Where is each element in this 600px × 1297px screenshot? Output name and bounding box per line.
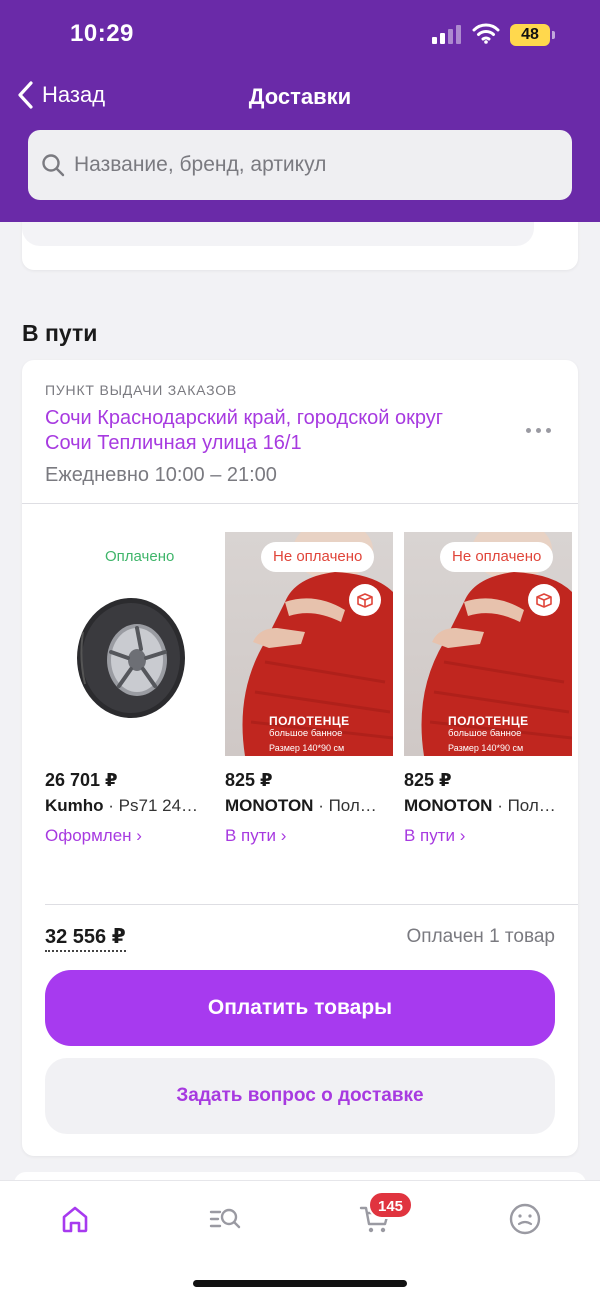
image-caption: ПОЛОТЕНЦЕ большое банное Размер 140*90 с… xyxy=(269,714,350,753)
product-image: Оплачено xyxy=(45,532,213,756)
pickup-hours: Ежедневно 10:00 – 21:00 xyxy=(45,464,277,486)
caption-line: Размер 140*90 см xyxy=(448,743,524,753)
exchange-box-icon xyxy=(528,584,560,616)
exchange-box-icon xyxy=(349,584,381,616)
product-item[interactable]: Оплачено 26 701 ₽ Kumho · Ps71 24… Оформ… xyxy=(45,532,213,852)
items-carousel[interactable]: Оплачено 26 701 ₽ Kumho · Ps71 24… Оформ… xyxy=(45,532,578,852)
delivery-address[interactable]: Сочи Краснодарский край, городской округ… xyxy=(45,406,465,456)
tab-catalog[interactable] xyxy=(205,1199,245,1239)
pickup-point-label: ПУНКТ ВЫДАЧИ ЗАКАЗОВ xyxy=(45,382,238,398)
product-title: · Пол… xyxy=(492,796,556,815)
delivery-card: ПУНКТ ВЫДАЧИ ЗАКАЗОВ Сочи Краснодарский … xyxy=(22,360,578,1156)
bottom-tab-bar: 145 xyxy=(0,1180,600,1297)
payment-status-badge: Не оплачено xyxy=(440,542,554,572)
product-item[interactable]: Не оплачено ПОЛОТЕНЦЕ большое банное Раз… xyxy=(225,532,393,852)
divider xyxy=(45,904,578,905)
product-item[interactable]: Не оплачено ПОЛОТЕНЦЕ большое банное Раз… xyxy=(404,532,572,852)
battery-indicator: 48 xyxy=(510,24,550,46)
caption-line: ПОЛОТЕНЦЕ xyxy=(448,714,529,728)
catalog-search-icon xyxy=(209,1208,241,1229)
order-status-link[interactable]: В пути › xyxy=(404,826,465,846)
more-options-icon[interactable] xyxy=(524,422,553,439)
cart-count-badge: 145 xyxy=(368,1191,414,1219)
section-title: В пути xyxy=(22,320,98,346)
product-name: MONOTON · Пол… xyxy=(225,796,393,816)
product-name: MONOTON · Пол… xyxy=(404,796,572,816)
pay-items-button[interactable]: Оплатить товары xyxy=(45,970,555,1046)
product-brand: MONOTON xyxy=(225,796,314,815)
cellular-signal-icon xyxy=(432,24,461,44)
tab-profile[interactable] xyxy=(505,1199,545,1239)
paid-items-count: Оплачен 1 товар xyxy=(406,926,555,947)
order-status-link[interactable]: Оформлен › xyxy=(45,826,142,846)
back-button[interactable]: Назад xyxy=(16,80,105,110)
product-brand: Kumho xyxy=(45,796,104,815)
app-header: 10:29 48 Назад Доставки xyxy=(0,0,600,222)
payment-status-badge: Оплачено xyxy=(105,548,175,565)
image-caption: ПОЛОТЕНЦЕ большое банное Размер 140*90 с… xyxy=(448,714,529,753)
payment-status-badge: Не оплачено xyxy=(261,542,375,572)
order-status-link[interactable]: В пути › xyxy=(225,826,286,846)
order-total[interactable]: 32 556 ₽ xyxy=(45,924,126,952)
product-brand: MONOTON xyxy=(404,796,493,815)
status-bar: 10:29 48 xyxy=(0,0,600,72)
search-icon xyxy=(42,154,65,177)
product-price: 825 ₽ xyxy=(404,770,452,790)
caption-line: большое банное xyxy=(269,728,343,739)
back-label: Назад xyxy=(42,82,106,107)
tab-home[interactable] xyxy=(55,1199,95,1239)
tire-image xyxy=(77,598,185,718)
chevron-left-icon xyxy=(18,81,33,109)
profile-icon xyxy=(509,1203,541,1235)
search-bar[interactable] xyxy=(28,130,572,200)
search-input[interactable] xyxy=(74,153,554,177)
ask-delivery-question-button[interactable]: Задать вопрос о доставке xyxy=(45,1058,555,1134)
home-icon xyxy=(62,1206,88,1233)
product-name: Kumho · Ps71 24… xyxy=(45,796,213,816)
home-indicator xyxy=(193,1280,407,1287)
caption-line: Размер 140*90 см xyxy=(269,743,345,753)
battery-tip xyxy=(552,31,555,39)
divider xyxy=(22,503,578,504)
status-time: 10:29 xyxy=(70,20,134,47)
product-image: Не оплачено ПОЛОТЕНЦЕ большое банное Раз… xyxy=(404,532,572,756)
product-price: 825 ₽ xyxy=(225,770,273,790)
caption-line: большое банное xyxy=(448,728,522,739)
product-title: · Ps71 24… xyxy=(103,796,199,815)
product-price: 26 701 ₽ xyxy=(45,770,118,790)
product-title: · Пол… xyxy=(313,796,377,815)
product-image: Не оплачено ПОЛОТЕНЦЕ большое банное Раз… xyxy=(225,532,393,756)
wifi-icon xyxy=(472,23,500,44)
caption-line: ПОЛОТЕНЦЕ xyxy=(269,714,350,728)
